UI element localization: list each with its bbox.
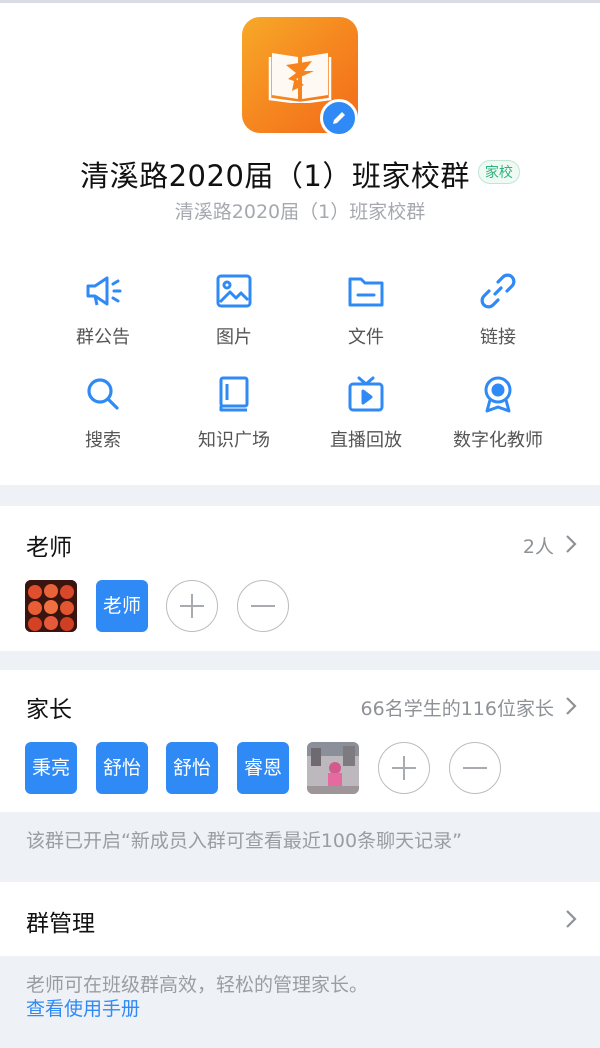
- func-files[interactable]: 文件: [301, 271, 431, 349]
- teacher-avatar-photo[interactable]: [25, 580, 77, 632]
- image-icon: [216, 274, 252, 308]
- parent-name-chip[interactable]: 舒怡: [166, 742, 218, 794]
- parent-name-chip[interactable]: 睿恩: [237, 742, 289, 794]
- group-name[interactable]: 清溪路2020届（1）班家校群: [80, 159, 470, 193]
- add-teacher-button[interactable]: [166, 580, 218, 632]
- func-label: 搜索: [85, 430, 121, 451]
- manual-link[interactable]: 查看使用手册: [26, 994, 140, 1021]
- add-parent-button[interactable]: [378, 742, 430, 794]
- teachers-section: 老师 2人 老师: [0, 506, 600, 651]
- parent-avatar-photo[interactable]: [307, 742, 359, 794]
- func-links[interactable]: 链接: [433, 271, 563, 349]
- parents-title: 家长: [26, 697, 72, 723]
- chevron-right-icon[interactable]: [564, 533, 578, 555]
- badge-icon: [484, 376, 512, 413]
- megaphone-icon: [86, 276, 122, 306]
- func-knowledge[interactable]: 知识广场: [169, 374, 299, 452]
- history-note: 该群已开启“新成员入群可查看最近100条聊天记录”: [26, 830, 462, 852]
- func-label: 数字化教师: [453, 430, 543, 451]
- func-search[interactable]: 搜索: [38, 374, 168, 452]
- group-subname: 清溪路2020届（1）班家校群: [174, 201, 426, 223]
- link-icon: [480, 273, 516, 309]
- func-images[interactable]: 图片: [169, 271, 299, 349]
- minus-icon: [463, 767, 487, 769]
- parent-name-chip[interactable]: 舒怡: [96, 742, 148, 794]
- group-header: 清溪路2020届（1）班家校群 家校 清溪路2020届（1）班家校群 群公告 图片…: [0, 3, 600, 485]
- management-row[interactable]: 群管理: [0, 882, 600, 956]
- management-title: 群管理: [26, 911, 95, 937]
- book-logo-icon: [268, 53, 332, 103]
- management-note: 老师可在班级群高效，轻松的管理家长。: [26, 974, 369, 996]
- teachers-title: 老师: [26, 535, 72, 561]
- func-label: 群公告: [76, 327, 130, 348]
- chevron-right-icon[interactable]: [564, 695, 578, 717]
- teacher-name-chip[interactable]: 老师: [96, 580, 148, 632]
- teachers-count[interactable]: 2人: [523, 532, 554, 559]
- edit-avatar-button[interactable]: [320, 99, 358, 137]
- remove-teacher-button[interactable]: [237, 580, 289, 632]
- pencil-icon: [333, 112, 345, 124]
- func-label: 文件: [348, 327, 384, 348]
- parents-count[interactable]: 66名学生的116位家长: [361, 694, 554, 721]
- group-name-row: 清溪路2020届（1）班家校群 家校: [0, 153, 600, 193]
- remove-parent-button[interactable]: [449, 742, 501, 794]
- func-label: 图片: [216, 327, 252, 348]
- func-announcement[interactable]: 群公告: [38, 271, 168, 349]
- func-label: 知识广场: [198, 430, 270, 451]
- parents-section: 家长 66名学生的116位家长 秉亮 舒怡 舒怡 睿恩: [0, 670, 600, 812]
- func-label: 链接: [480, 327, 516, 348]
- func-label: 直播回放: [330, 430, 402, 451]
- minus-icon: [251, 605, 275, 607]
- tv-play-icon: [348, 376, 384, 412]
- group-type-tag: 家校: [477, 160, 520, 184]
- book-icon: [219, 376, 249, 412]
- search-icon: [87, 378, 119, 410]
- folder-icon: [348, 277, 384, 307]
- chevron-right-icon[interactable]: [564, 908, 578, 930]
- parent-name-chip[interactable]: 秉亮: [25, 742, 77, 794]
- func-live-replay[interactable]: 直播回放: [301, 374, 431, 452]
- func-digital-teacher[interactable]: 数字化教师: [433, 374, 563, 452]
